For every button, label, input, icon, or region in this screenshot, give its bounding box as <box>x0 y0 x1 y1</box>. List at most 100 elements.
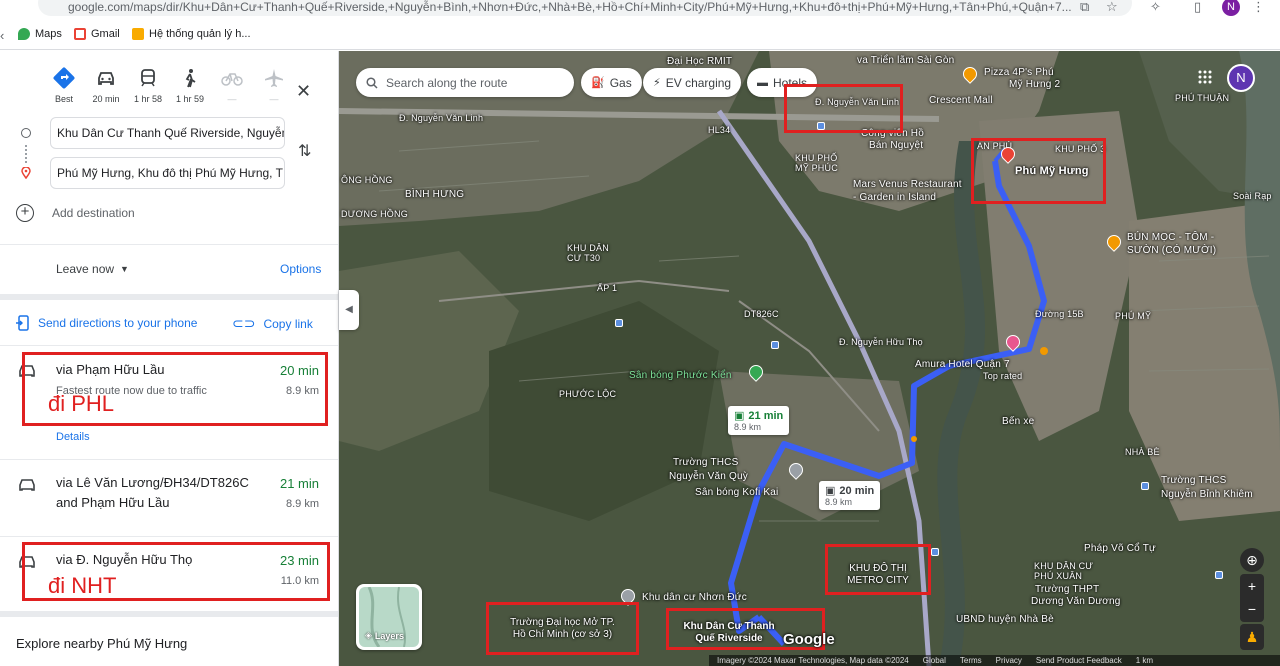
map-label: Đ. Nguyễn Văn Linh <box>399 113 484 123</box>
explore-nearby[interactable]: Explore nearby Phú Mỹ Hưng <box>16 636 187 651</box>
map-label: Bán Nguyệt <box>869 140 924 151</box>
chip-ev-charging[interactable]: ⚡ EV charging <box>643 68 742 97</box>
walking-icon <box>185 69 196 88</box>
search-icon <box>366 76 378 89</box>
mode-label: — <box>227 94 237 104</box>
my-location-button[interactable]: ⊕ <box>1240 548 1264 572</box>
bookmark-gmail[interactable]: Gmail <box>74 28 120 40</box>
extensions-icon[interactable]: ✧ <box>1150 0 1161 14</box>
divider <box>0 244 338 245</box>
scale-bar[interactable]: 1 km <box>1136 656 1153 665</box>
add-destination-button[interactable]: + Add destination <box>16 204 135 222</box>
origin-input[interactable]: Khu Dân Cư Thanh Quế Riverside, Nguyễn <box>50 117 285 149</box>
swap-waypoints-icon[interactable]: ⇅ <box>298 141 311 161</box>
bus-stop-icon[interactable] <box>1141 482 1149 490</box>
layers-icon: ◈ <box>365 630 372 640</box>
map-label-origin: Khu Dân Cư Thanh Quế Riverside <box>669 621 789 645</box>
box-line: Quế Riverside <box>695 633 763 644</box>
mode-driving[interactable]: 20 min <box>86 65 126 104</box>
attribution-feedback[interactable]: Send Product Feedback <box>1036 656 1122 665</box>
leave-now-dropdown[interactable]: Leave now ▼ <box>56 262 129 276</box>
bus-stop-icon[interactable] <box>931 548 939 556</box>
browser-profile-avatar[interactable]: N <box>1222 0 1240 16</box>
map-label: Pizza 4P's Phú <box>984 67 1054 78</box>
callout-distance: 8.9 km <box>734 422 762 432</box>
car-icon <box>19 479 35 491</box>
section-divider <box>0 294 338 300</box>
route-callout-20min[interactable]: ▣ 20 min 8.9 km <box>819 481 881 510</box>
attribution-privacy[interactable]: Privacy <box>996 656 1022 665</box>
location-target-icon: ⊕ <box>1246 552 1258 568</box>
copy-link-button[interactable]: ⊂⊃ Copy link <box>232 315 313 332</box>
send-directions-link[interactable]: Send directions to your phone <box>16 315 197 331</box>
annotation-box-nguyen-van-linh <box>784 84 903 133</box>
map-label: Đại Học RMIT <box>667 56 733 67</box>
route-callout-21min[interactable]: ▣ 21 min 8.9 km <box>728 406 790 435</box>
share-icon[interactable]: ⧉ <box>1080 0 1089 14</box>
zoom-in-button[interactable]: + <box>1240 574 1264 598</box>
bus-stop-icon[interactable] <box>615 319 623 327</box>
mode-cycling[interactable]: — <box>212 65 252 104</box>
destination-input[interactable]: Phú Mỹ Hưng, Khu đô thị Phú Mỹ Hưng, T <box>50 157 285 189</box>
bookmark-label: Gmail <box>91 28 120 40</box>
map-label: Top rated <box>983 371 1023 381</box>
map-label: - Garden in Island <box>853 192 937 203</box>
route-option-2[interactable]: via Lê Văn Lương/ĐH34/DT826C and Phạm Hữ… <box>0 460 338 536</box>
bookmark-maps[interactable]: Maps <box>18 28 62 40</box>
map-label: PHÚ THUẬN <box>1175 93 1230 103</box>
map-label: NHÀ BÈ <box>1125 447 1160 457</box>
chevron-left-icon: ◀ <box>345 304 353 315</box>
section-divider <box>0 611 338 617</box>
map-label: Soài Rạp <box>1233 191 1272 201</box>
bus-stop-icon[interactable] <box>771 341 779 349</box>
best-route-icon <box>53 67 75 89</box>
map-label: PHƯỚC LỘC <box>559 389 617 399</box>
close-directions-icon[interactable]: ✕ <box>296 81 311 102</box>
mode-transit[interactable]: 1 hr 58 <box>128 65 168 104</box>
layers-button[interactable]: ◈ Layers <box>356 584 422 650</box>
mode-best[interactable]: Best <box>44 65 84 104</box>
map-label: Bến xe <box>1002 416 1035 427</box>
map-label: DT826C <box>744 309 779 319</box>
address-text[interactable]: google.com/maps/dir/Khu+Dân+Cư+Thanh+Quế… <box>68 0 1098 14</box>
bus-stop-icon[interactable] <box>1215 571 1223 579</box>
attribution-terms[interactable]: Terms <box>960 656 982 665</box>
mode-walking[interactable]: 1 hr 59 <box>170 65 210 104</box>
map-label: Crescent Mall <box>929 95 993 106</box>
route-details-link[interactable]: Details <box>56 431 90 443</box>
chip-gas[interactable]: ⛽ Gas <box>581 68 642 97</box>
browser-menu-icon[interactable]: ⋮ <box>1252 0 1265 14</box>
zoom-out-button[interactable]: − <box>1240 598 1264 622</box>
search-along-route[interactable]: Search along the route <box>356 68 574 97</box>
collapse-panel-button[interactable]: ◀ <box>339 290 359 330</box>
gas-pump-icon: ⛽ <box>591 77 605 89</box>
map-label-dh-mo: Trường Đại học Mở TP. Hồ Chí Minh (cơ sở … <box>489 617 636 641</box>
sidebar-icon[interactable]: ▯ <box>1194 0 1201 14</box>
caret-down-icon: ▼ <box>120 264 129 274</box>
options-link[interactable]: Options <box>280 262 321 276</box>
bookmark-star-icon[interactable]: ☆ <box>1106 0 1118 14</box>
bicycle-icon <box>221 73 243 86</box>
attribution-text: Imagery ©2024 Maxar Technologies, Map da… <box>717 656 909 665</box>
map-canvas[interactable]: Search along the route ⛽ Gas ⚡ EV chargi… <box>339 51 1280 666</box>
map-label: Khu dân cư Nhơn Đức <box>642 592 747 603</box>
attribution-global[interactable]: Global <box>923 656 946 665</box>
gmail-icon <box>74 28 86 40</box>
mode-flights[interactable]: — <box>254 65 294 104</box>
map-label: BÚN MỌC - TÔM - <box>1127 232 1215 243</box>
copy-link-label: Copy link <box>263 316 313 331</box>
origin-circle-icon <box>21 128 31 138</box>
bookmark-he-thong[interactable]: Hệ thống quản lý h... <box>132 28 251 40</box>
send-directions-label: Send directions to your phone <box>38 316 198 330</box>
map-label: KHU DÂN CƯ <box>1034 561 1094 571</box>
map-attribution: Imagery ©2024 Maxar Technologies, Map da… <box>709 655 1280 666</box>
callout-time: ▣ 20 min <box>825 484 874 498</box>
user-avatar[interactable]: N <box>1227 64 1255 92</box>
pegman-button[interactable]: ♟ <box>1240 624 1264 650</box>
box-line: Hồ Chí Minh (cơ sở 3) <box>512 629 613 640</box>
travel-mode-bar: Best 20 min 1 hr 58 1 hr 59 — — ✕ <box>0 65 338 109</box>
mode-label: Best <box>54 94 73 104</box>
address-bar[interactable]: google.com/maps/dir/Khu+Dân+Cư+Thanh+Quế… <box>38 0 1132 16</box>
destination-pin-icon <box>21 167 31 179</box>
apps-grid-icon[interactable] <box>1197 69 1213 85</box>
